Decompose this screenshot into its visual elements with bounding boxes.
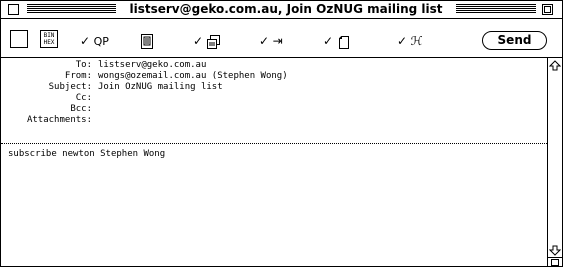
copy-to-self-icon — [206, 34, 220, 49]
message-window: listserv@geko.com.au, Join OzNUG mailing… — [0, 0, 563, 267]
text-as-attachment-toggle[interactable] — [140, 33, 154, 49]
header-body-divider — [1, 143, 547, 144]
to-value[interactable]: listserv@geko.com.au — [98, 60, 206, 71]
title-bar[interactable]: listserv@geko.com.au, Join OzNUG mailing… — [1, 1, 562, 19]
check-icon: ✓ — [397, 34, 408, 48]
word-wrap-toggle[interactable]: ✓ ℋ — [397, 33, 422, 49]
title-stripes-right — [456, 4, 536, 14]
copy-to-outbox-toggle[interactable]: ✓ — [323, 33, 352, 49]
check-icon: ✓ — [80, 34, 91, 48]
check-icon: ✓ — [259, 34, 270, 48]
cc-label: Cc: — [75, 93, 92, 103]
quoted-printable-toggle[interactable]: ✓ QP — [80, 33, 109, 49]
subject-label: Subject: — [48, 82, 92, 92]
subject-value[interactable]: Join OzNUG mailing list — [98, 82, 223, 93]
send-button[interactable]: Send — [482, 31, 547, 50]
bcc-label: Bcc: — [70, 104, 92, 114]
document-icon — [141, 33, 153, 49]
vertical-scrollbar[interactable] — [547, 58, 562, 266]
word-wrap-icon: ℋ — [410, 34, 423, 48]
message-body[interactable]: subscribe newton Stephen Wong — [8, 149, 538, 249]
attachments-label: Attachments: — [26, 115, 92, 125]
from-label: From: — [64, 71, 92, 81]
keep-copy-toggle[interactable]: ✓ — [193, 33, 222, 49]
from-value[interactable]: wongs@ozemail.com.au (Stephen Wong) — [98, 71, 288, 82]
scroll-up-arrow-icon[interactable] — [549, 60, 561, 72]
zoom-box-icon[interactable] — [542, 4, 553, 15]
check-icon: ✓ — [323, 34, 334, 48]
tab-in-body-toggle[interactable]: ✓ ⇥ — [259, 33, 283, 49]
toolbar: BIN HEX ✓ QP ✓ ✓ ⇥ ✓ ✓ ℋ Send — [1, 19, 562, 58]
qp-label: QP — [93, 35, 109, 48]
window-title: listserv@geko.com.au, Join OzNUG mailing… — [116, 2, 456, 17]
signature-icon[interactable] — [10, 30, 28, 48]
check-icon: ✓ — [193, 34, 204, 48]
scroll-down-arrow-icon[interactable] — [549, 244, 561, 256]
binhex-label: BIN HEX — [43, 32, 55, 46]
to-label: To: — [75, 60, 92, 70]
tab-arrow-icon: ⇥ — [272, 34, 283, 48]
close-box-icon[interactable] — [8, 4, 19, 15]
title-stripes-left — [27, 4, 116, 14]
grow-box-icon[interactable] — [548, 257, 562, 266]
header-fields: To: listserv@geko.com.au From: wongs@oze… — [1, 58, 547, 142]
binhex-button[interactable]: BIN HEX — [40, 30, 58, 48]
attach-document-icon — [338, 35, 349, 49]
